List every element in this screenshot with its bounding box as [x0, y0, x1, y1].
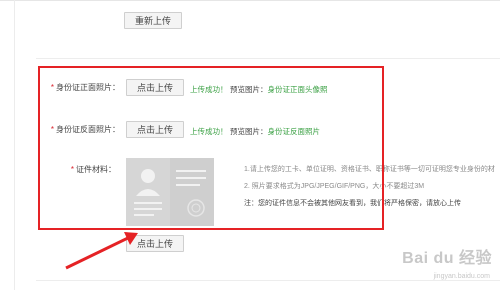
baidu-watermark-url: jingyan.baidu.com — [433, 273, 490, 280]
baidu-watermark: Bai du 经验 — [402, 250, 492, 267]
